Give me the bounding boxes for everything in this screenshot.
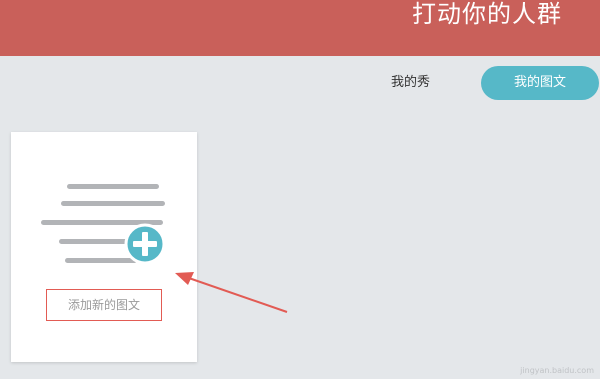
annotation-arrow [175,272,288,313]
watermark: jingyan.baidu.com [520,366,594,375]
